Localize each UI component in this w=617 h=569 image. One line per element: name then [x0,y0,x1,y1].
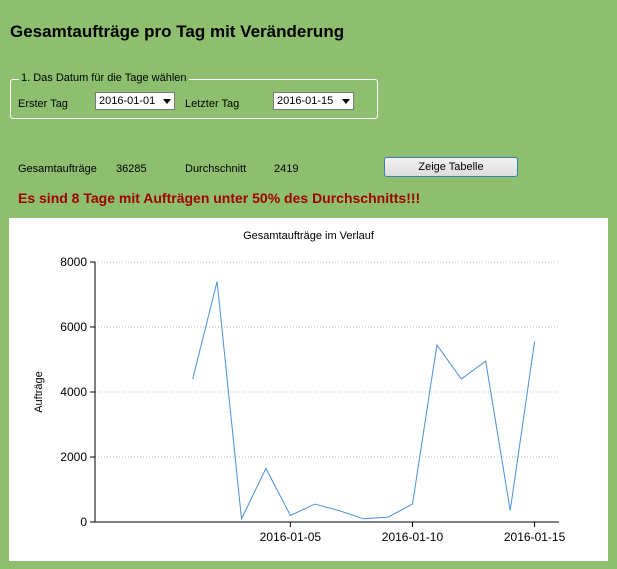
date-groupbox-legend: 1. Das Datum für die Tage wählen [19,72,189,84]
y-tick-label: 4000 [60,385,87,399]
y-tick-label: 8000 [60,255,87,269]
data-point [534,341,536,343]
data-point [192,378,194,380]
end-date-combobox[interactable]: 2016-01-15 [273,92,354,110]
start-date-label: Erster Tag [18,98,68,110]
chart-panel: Gesamtaufträge im Verlauf 0 2000 4000 6000 8… [9,218,608,561]
y-tick-label: 2000 [60,450,87,464]
line-chart: 0 2000 4000 6000 8000 2016-01-05 2016-01-10 201… [33,255,566,544]
data-point [314,503,316,505]
data-point [460,378,462,380]
x-tick-label: 2016-01-05 [260,530,322,544]
x-tick-label: 2016-01-10 [382,530,444,544]
chevron-down-icon[interactable] [163,99,171,104]
show-table-button[interactable]: Zeige Tabelle [384,157,518,177]
data-point [436,344,438,346]
data-point [241,518,243,520]
average-value: 2419 [274,163,299,175]
chevron-down-icon[interactable] [342,99,350,104]
data-point [289,515,291,517]
total-orders-label: Gesamtaufträge [18,163,97,175]
total-orders-value: 36285 [116,163,147,175]
data-point [265,467,267,469]
end-date-value: 2016-01-15 [277,95,334,107]
page-title: Gesamtaufträge pro Tag mit Veränderung [10,22,345,41]
data-point [363,518,365,520]
average-label: Durchschnitt [185,163,247,175]
end-date-label: Letzter Tag [185,98,240,110]
y-axis-label: Aufträge [33,371,45,413]
data-point [485,360,487,362]
start-date-combobox[interactable]: 2016-01-01 [95,92,175,110]
start-date-value: 2016-01-01 [99,95,156,107]
data-point [411,503,413,505]
y-tick-label: 0 [80,515,87,529]
series-line [192,281,536,521]
data-point [509,510,511,512]
data-point [216,281,218,283]
warning-message: Es sind 8 Tage mit Aufträgen unter 50% d… [18,190,421,206]
y-tick-label: 6000 [60,320,87,334]
data-point [338,510,340,512]
x-tick-label: 2016-01-15 [504,530,566,544]
data-point [387,516,389,518]
